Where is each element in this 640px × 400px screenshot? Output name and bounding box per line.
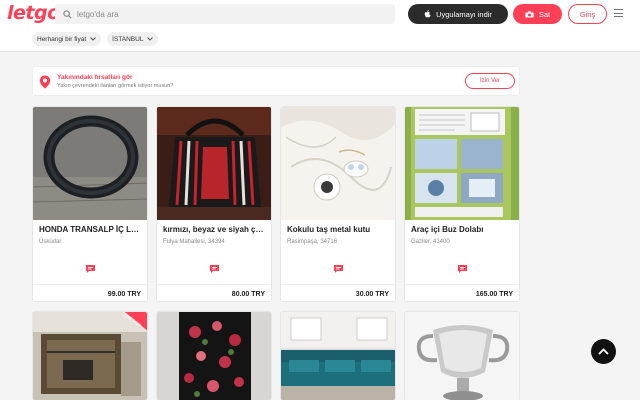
chevron-up-icon — [598, 348, 609, 355]
location-banner-subtitle: Yakın çevrendeki ilanları görmek istiyor… — [57, 83, 174, 89]
download-app-label: Uygulamayı indir — [436, 9, 492, 19]
sell-button[interactable]: Sat — [513, 4, 562, 24]
letgo-logo[interactable]: letgo — [7, 2, 60, 24]
allow-location-button[interactable]: İzin Ver — [465, 73, 515, 89]
listing-location: Fulya Mahallesi, 34394 — [163, 239, 225, 245]
download-app-button[interactable]: Uygulamayı indir — [408, 4, 508, 24]
location-filter-chip[interactable]: İSTANBUL — [107, 32, 159, 46]
listing-location: Rasimpaşa, 34716 — [287, 239, 338, 245]
listing-card[interactable]: HONDA TRANSALP İÇ LASTİK Üsküdar 99.00 T… — [32, 106, 148, 302]
listing-image[interactable] — [405, 107, 519, 220]
listing-title[interactable]: kırmızı, beyaz ve siyah çanta — [163, 225, 267, 234]
listing-price: 30.00 TRY — [355, 291, 389, 298]
card-divider — [33, 284, 147, 285]
listing-image[interactable] — [33, 312, 148, 400]
chat-icon[interactable] — [333, 264, 344, 274]
listing-card[interactable] — [280, 311, 396, 400]
listing-card[interactable] — [156, 311, 272, 400]
listing-title[interactable]: Araç içi Buz Dolabı — [411, 225, 515, 234]
listing-image[interactable] — [281, 107, 395, 220]
listing-card[interactable]: kırmızı, beyaz ve siyah çanta Fulya Maha… — [156, 106, 272, 302]
listing-card[interactable]: Araç içi Buz Dolabı Gaziler, 41400 165.0… — [404, 106, 520, 302]
listing-price: 165.00 TRY — [475, 291, 513, 298]
filter-bar: Herhangi bir fiyat İSTANBUL — [32, 32, 164, 46]
sell-label: Sat — [538, 9, 551, 19]
location-filter-label: İSTANBUL — [112, 35, 144, 43]
price-filter-label: Herhangi bir fiyat — [37, 35, 87, 43]
listing-title[interactable]: Kokulu taş metal kutu — [287, 225, 391, 234]
card-divider — [405, 284, 519, 285]
listing-card[interactable]: Yeni ürün — [32, 311, 148, 400]
listing-title[interactable]: HONDA TRANSALP İÇ LASTİK — [39, 225, 143, 234]
scroll-to-top-button[interactable] — [591, 339, 616, 364]
listing-price: 99.00 TRY — [107, 291, 141, 298]
apple-icon — [424, 10, 431, 18]
chat-icon[interactable] — [209, 264, 220, 274]
listing-location: Gaziler, 41400 — [411, 239, 450, 245]
hamburger-menu-icon[interactable] — [614, 9, 623, 18]
search-icon — [63, 9, 72, 19]
location-permission-banner: Yakınındaki fırsatları gör Yakın çevrend… — [32, 66, 520, 96]
listing-image[interactable] — [405, 312, 520, 400]
listing-location: Üsküdar — [39, 239, 62, 245]
listing-image[interactable] — [157, 107, 271, 220]
top-bar: letgo Uygulamayı indir Sat Giriş Herhang… — [0, 0, 640, 52]
search-bar[interactable] — [55, 4, 395, 24]
price-filter-chip[interactable]: Herhangi bir fiyat — [32, 32, 102, 46]
location-pin-icon — [39, 75, 51, 89]
card-divider — [281, 284, 395, 285]
camera-icon — [525, 10, 534, 17]
chevron-down-icon — [147, 37, 154, 41]
listing-image[interactable] — [281, 312, 396, 400]
listing-image[interactable] — [33, 107, 147, 220]
card-divider — [157, 284, 271, 285]
login-button[interactable]: Giriş — [568, 4, 607, 24]
location-banner-title: Yakınındaki fırsatları gör — [57, 74, 133, 81]
chevron-down-icon — [90, 37, 96, 41]
search-input[interactable] — [77, 9, 377, 19]
listing-image[interactable] — [157, 312, 272, 400]
listing-card[interactable] — [404, 311, 520, 400]
chat-icon[interactable] — [457, 264, 468, 274]
listing-card[interactable]: Kokulu taş metal kutu Rasimpaşa, 34716 3… — [280, 106, 396, 302]
chat-icon[interactable] — [85, 264, 96, 274]
listing-price: 80.00 TRY — [231, 291, 265, 298]
